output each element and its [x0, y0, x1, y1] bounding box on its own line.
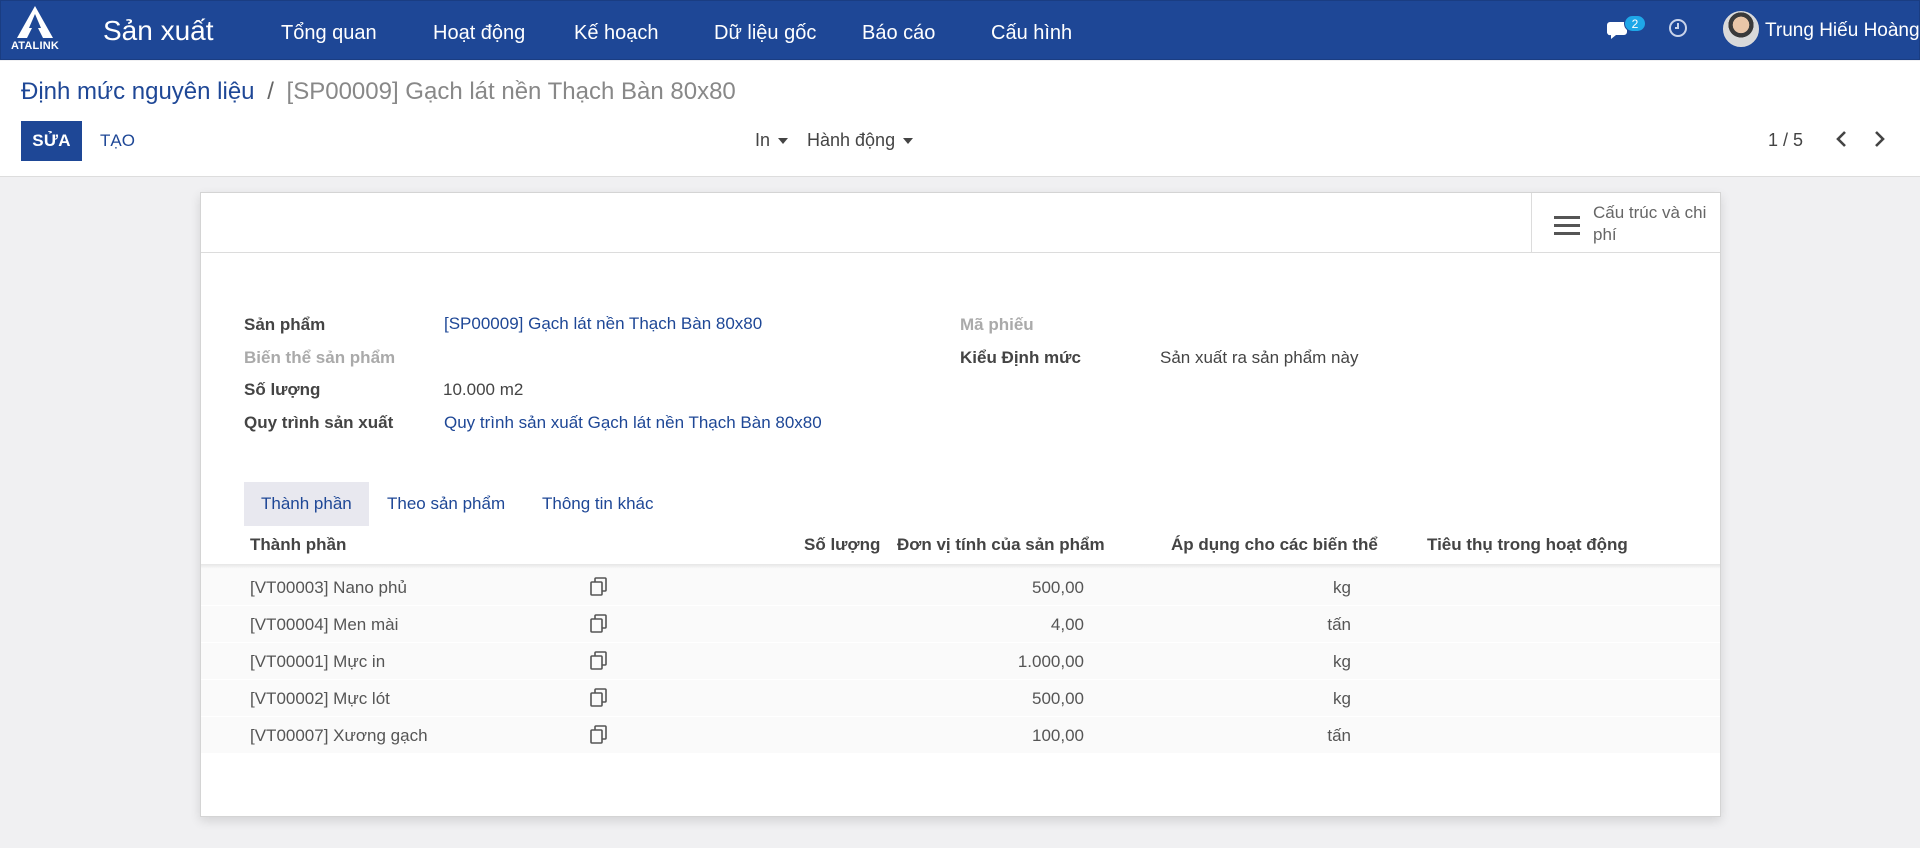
- copy-icon[interactable]: [590, 688, 608, 708]
- copy-icon[interactable]: [590, 725, 608, 745]
- bom-type-label: Kiểu Định mức: [960, 348, 1081, 367]
- row-component: [VT00002] Mực lót: [250, 689, 390, 708]
- structure-cost-label: Cấu trúc và chi phí: [1593, 203, 1707, 244]
- quantity-label: Số lượng: [244, 380, 321, 399]
- create-button[interactable]: TẠO: [96, 121, 139, 161]
- column-header-consumed-operation[interactable]: Tiêu thụ trong hoạt động: [1427, 535, 1628, 555]
- edit-button[interactable]: SỬA: [21, 121, 82, 161]
- menu-item-overview[interactable]: Tổng quan: [281, 22, 377, 45]
- copy-icon[interactable]: [590, 577, 608, 597]
- column-header-apply-variants[interactable]: Áp dụng cho các biến thể: [1171, 535, 1378, 555]
- chevron-left-icon[interactable]: [1830, 127, 1854, 151]
- top-navbar: ATALINK Sản xuất Tổng quan Hoạt động Kế …: [0, 0, 1920, 60]
- row-uom: kg: [1333, 689, 1351, 708]
- logo-text: ATALINK: [10, 40, 60, 52]
- form-sheet: Cấu trúc và chi phí Sản phẩm [SP00009] G…: [200, 192, 1721, 817]
- copy-icon[interactable]: [590, 651, 608, 671]
- table-row[interactable]: [VT00002] Mực lót 500,00 kg: [201, 680, 1720, 717]
- breadcrumb: Định mức nguyên liệu / [SP00009] Gạch lá…: [21, 78, 736, 106]
- breadcrumb-parent-link[interactable]: Định mức nguyên liệu: [21, 78, 255, 105]
- table-row[interactable]: [VT00003] Nano phủ 500,00 kg: [201, 569, 1720, 606]
- action-dropdown-label: Hành động: [807, 130, 896, 150]
- routing-label: Quy trình sản xuất: [244, 413, 394, 432]
- row-uom: tấn: [1327, 615, 1351, 634]
- action-dropdown[interactable]: Hành động: [807, 130, 914, 151]
- caret-down-icon: [778, 138, 789, 145]
- row-uom: kg: [1333, 652, 1351, 671]
- breadcrumb-current: [SP00009] Gạch lát nền Thạch Bàn 80x80: [286, 78, 736, 105]
- menu-item-reports[interactable]: Báo cáo: [862, 22, 935, 45]
- product-variant-label: Biến thể sản phẩm: [244, 348, 396, 367]
- routing-link[interactable]: Quy trình sản xuất Gạch lát nền Thạch Bà…: [444, 413, 822, 433]
- menu-item-configuration[interactable]: Cấu hình: [991, 22, 1072, 45]
- control-panel: Định mức nguyên liệu / [SP00009] Gạch lá…: [0, 61, 1920, 177]
- menu-item-master-data[interactable]: Dữ liệu gốc: [714, 22, 816, 45]
- row-quantity: 100,00: [1032, 726, 1084, 745]
- button-box: Cấu trúc và chi phí: [201, 193, 1720, 253]
- tab-other-info[interactable]: Thông tin khác: [542, 482, 654, 526]
- row-component: [VT00007] Xương gạch: [250, 726, 428, 745]
- print-dropdown[interactable]: In: [755, 130, 789, 151]
- row-quantity: 500,00: [1032, 689, 1084, 708]
- product-link[interactable]: [SP00009] Gạch lát nền Thạch Bàn 80x80: [444, 314, 762, 334]
- column-header-uom[interactable]: Đơn vị tính của sản phẩm: [897, 535, 1105, 555]
- bom-type-value: Sản xuất ra sản phẩm này: [1160, 348, 1359, 367]
- chevron-right-icon[interactable]: [1867, 127, 1891, 151]
- logo-a-icon: [17, 6, 53, 38]
- row-component: [VT00003] Nano phủ: [250, 578, 407, 597]
- row-uom: kg: [1333, 578, 1351, 597]
- menu-item-operations[interactable]: Hoạt động: [433, 22, 525, 45]
- table-row[interactable]: [VT00004] Men mài 4,00 tấn: [201, 606, 1720, 643]
- row-component: [VT00004] Men mài: [250, 615, 399, 634]
- structure-cost-button[interactable]: Cấu trúc và chi phí: [1531, 193, 1720, 253]
- column-header-component[interactable]: Thành phần: [250, 535, 346, 555]
- table-row[interactable]: [VT00007] Xương gạch 100,00 tấn: [201, 717, 1720, 754]
- code-label: Mã phiếu: [960, 315, 1034, 334]
- tab-components[interactable]: Thành phần: [244, 482, 369, 526]
- column-header-quantity[interactable]: Số lượng: [804, 535, 880, 555]
- bars-icon: [1554, 216, 1580, 235]
- tab-by-products[interactable]: Theo sản phẩm: [387, 482, 505, 526]
- user-avatar[interactable]: [1723, 11, 1759, 47]
- quantity-value: 10.000 m2: [443, 380, 524, 399]
- copy-icon[interactable]: [590, 614, 608, 634]
- row-quantity: 1.000,00: [1017, 652, 1084, 671]
- breadcrumb-separator: /: [267, 78, 274, 105]
- atalink-logo[interactable]: ATALINK: [7, 4, 63, 58]
- row-component: [VT00001] Mực in: [250, 652, 386, 671]
- app-title[interactable]: Sản xuất: [103, 15, 214, 47]
- caret-down-icon: [903, 138, 914, 145]
- table-row[interactable]: [VT00001] Mực in 1.000,00 kg: [201, 643, 1720, 680]
- row-quantity: 500,00: [1032, 578, 1084, 597]
- product-label: Sản phẩm: [244, 315, 326, 334]
- row-quantity: 4,00: [1050, 615, 1084, 634]
- chat-count-badge: 2: [1624, 15, 1646, 32]
- print-dropdown-label: In: [755, 130, 771, 150]
- user-name[interactable]: Trung Hiếu Hoàng: [1765, 20, 1920, 42]
- pager-value[interactable]: 1 / 5: [1768, 130, 1803, 151]
- clock-icon[interactable]: [1667, 17, 1689, 39]
- menu-item-planning[interactable]: Kế hoạch: [574, 22, 659, 45]
- row-uom: tấn: [1327, 726, 1351, 745]
